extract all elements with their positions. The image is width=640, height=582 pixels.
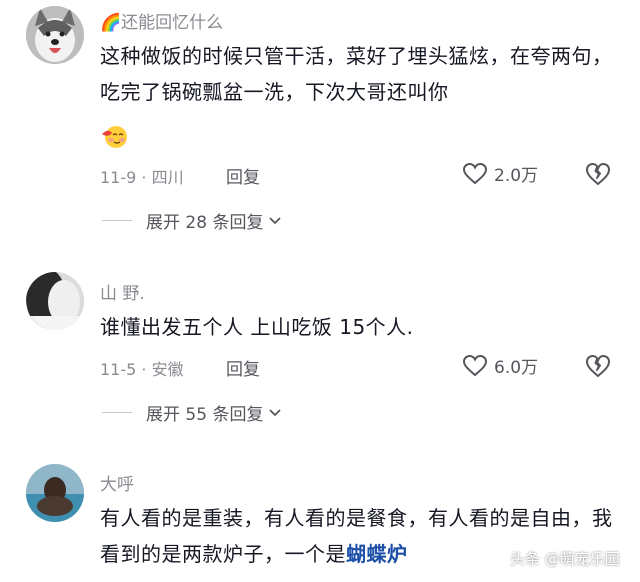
comment-meta: 11-9 · 四川 — [100, 168, 184, 187]
husky-avatar-image — [26, 6, 84, 64]
avatar[interactable] — [26, 272, 84, 330]
avatar[interactable] — [26, 464, 84, 522]
comment-author[interactable]: 山 野. — [100, 279, 145, 304]
broken-heart-icon — [586, 355, 610, 377]
comment-text: 谁懂出发五个人 上山吃饭 15个人. — [100, 315, 414, 339]
chevron-down-icon — [269, 216, 282, 224]
dislike-button[interactable] — [584, 161, 612, 191]
divider-dash — [102, 412, 132, 413]
comment-author[interactable]: 🌈还能回忆什么 — [100, 8, 223, 33]
reply-button[interactable]: 回复 — [226, 163, 260, 188]
blushing-face-emoji-icon — [100, 124, 130, 150]
comment-author[interactable]: 大呼 — [100, 470, 134, 495]
comment-text: 这种做饭的时候只管干活，菜好了埋头猛炫，在夸两句，吃完了锅碗瓢盆一洗，下次大哥还… — [100, 44, 613, 104]
like-count: 2.0万 — [494, 166, 539, 186]
expand-replies-button[interactable]: 展开 28 条回复 — [102, 208, 282, 233]
watermark: 头条 @萌宠乐园 — [510, 550, 620, 568]
portrait-avatar-image — [26, 272, 84, 330]
divider-dash — [102, 220, 132, 221]
reply-button[interactable]: 回复 — [226, 355, 260, 380]
chevron-down-icon — [269, 408, 282, 416]
like-button[interactable]: 6.0万 — [462, 353, 538, 378]
heart-outline-icon — [462, 354, 488, 376]
expand-replies-button[interactable]: 展开 55 条回复 — [102, 400, 282, 425]
comment-meta: 11-5 · 安徽 — [100, 360, 184, 379]
like-count: 6.0万 — [494, 358, 539, 378]
pool-avatar-image — [26, 464, 84, 522]
like-button[interactable]: 2.0万 — [462, 161, 538, 186]
expand-replies-label: 展开 55 条回复 — [146, 405, 264, 425]
comment-text-highlight: 蝴蝶炉 — [346, 542, 408, 566]
heart-outline-icon — [462, 162, 488, 184]
expand-replies-label: 展开 28 条回复 — [146, 213, 264, 233]
dislike-button[interactable] — [584, 353, 612, 383]
avatar[interactable] — [26, 6, 84, 64]
broken-heart-icon — [586, 163, 610, 185]
